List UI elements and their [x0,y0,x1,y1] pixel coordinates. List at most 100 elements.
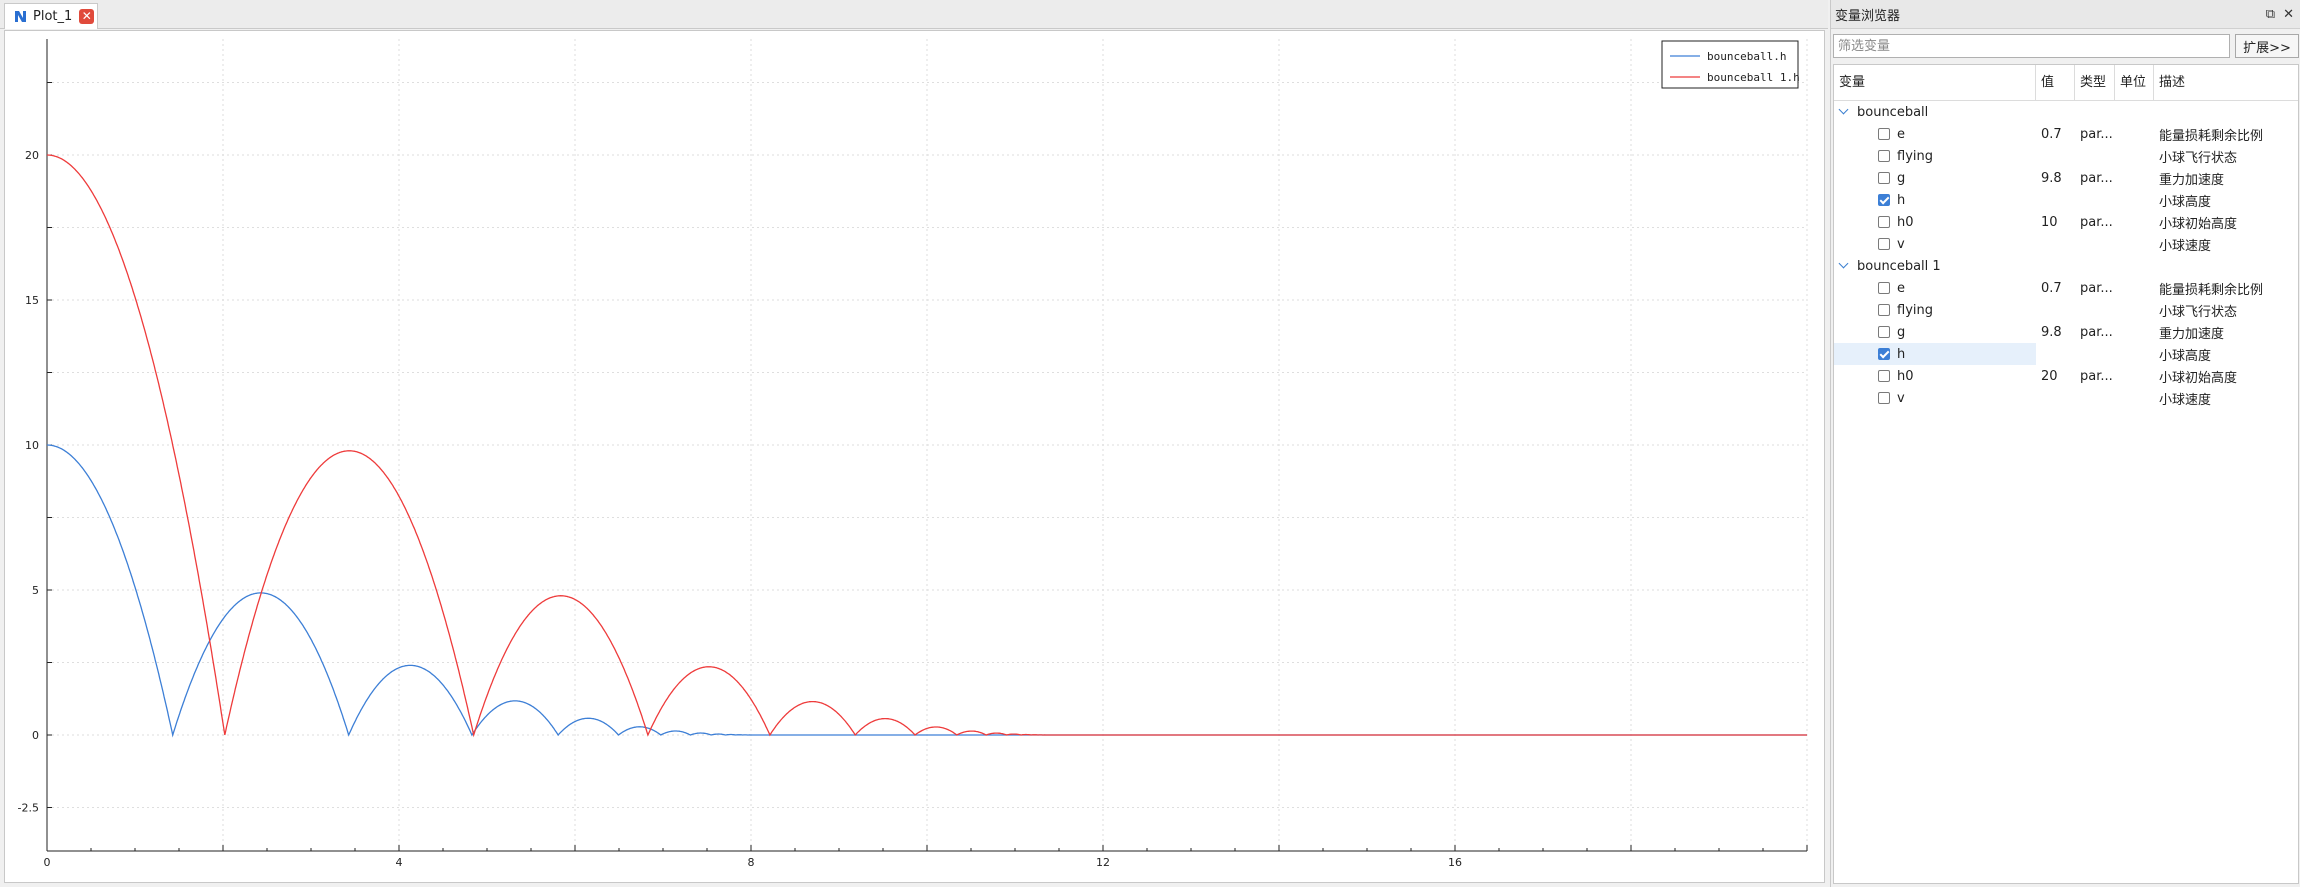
legend-label: bounceball 1.h [1707,71,1800,84]
chevron-down-icon[interactable] [1839,261,1849,271]
variable-browser-panel: 变量浏览器 ⧉ ✕ 扩展>> 变量 值 类型 单位 描述 bounceball … [1830,0,2300,887]
group-name: bounceball 1 [1857,258,1941,274]
tree-variable-row[interactable]: g 9.8 par... 重力加速度 [1834,321,2298,343]
tree-variable-row[interactable]: h 小球高度 [1834,189,2298,211]
tree-variable-row[interactable]: e 0.7 par... 能量损耗剩余比例 [1834,123,2298,145]
y-tick-label: 0 [32,729,39,742]
variable-description: 小球飞行状态 [2159,150,2238,166]
plot-window-icon [13,9,28,24]
y-tick-label: 5 [32,584,39,597]
variable-type: par... [2080,280,2113,296]
variable-value: 9.8 [2041,170,2062,186]
tree-variable-row[interactable]: v 小球速度 [1834,387,2298,409]
close-icon[interactable]: ✕ [2283,7,2294,22]
variable-checkbox[interactable] [1878,392,1890,404]
variable-name: h0 [1897,214,1914,230]
variable-description: 重力加速度 [2159,326,2225,342]
variable-checkbox[interactable] [1878,150,1890,162]
panel-title: 变量浏览器 [1835,8,1901,24]
panel-header: 变量浏览器 ⧉ ✕ [1831,0,2300,29]
variable-description: 小球初始高度 [2159,370,2238,386]
col-header-unit[interactable]: 单位 [2115,64,2154,101]
variable-checkbox[interactable] [1878,282,1890,294]
variable-name: h0 [1897,368,1914,384]
variable-name: g [1897,170,1906,186]
variable-description: 小球高度 [2159,194,2212,210]
y-tick-label: -2.5 [18,802,39,815]
filter-input[interactable] [1833,34,2230,58]
variable-name: flying [1897,148,1933,164]
line-chart[interactable]: 0 4 8 12 16 -2.5 0 5 10 15 20 bounceball.h bouncebal… [5,31,1826,884]
variable-description: 小球速度 [2159,392,2212,408]
tree-group-row[interactable]: bounceball 1 [1834,255,2298,277]
variable-name: e [1897,126,1905,142]
tree-variable-row[interactable]: g 9.8 par... 重力加速度 [1834,167,2298,189]
variable-checkbox[interactable] [1878,348,1890,360]
variable-name: v [1897,390,1905,406]
chevron-down-icon[interactable] [1839,107,1849,117]
variable-checkbox[interactable] [1878,194,1890,206]
variable-type: par... [2080,368,2113,384]
tree-variable-row[interactable]: h0 10 par... 小球初始高度 [1834,211,2298,233]
tree-variable-row[interactable]: h0 20 par... 小球初始高度 [1834,365,2298,387]
tab-bar: Plot_1 ✕ [0,0,1828,29]
tree-variable-row[interactable]: flying 小球飞行状态 [1834,299,2298,321]
variable-checkbox[interactable] [1878,326,1890,338]
variable-type: par... [2080,170,2113,186]
variable-name: e [1897,280,1905,296]
col-header-description[interactable]: 描述 [2154,65,2298,101]
col-header-variable[interactable]: 变量 [1834,64,2036,101]
variable-description: 能量损耗剩余比例 [2159,282,2264,298]
variable-tree[interactable]: 变量 值 类型 单位 描述 bounceball e 0.7 par... 能量… [1833,64,2299,884]
plot-area[interactable]: 0 4 8 12 16 -2.5 0 5 10 15 20 bounceball.h bouncebal… [4,30,1825,883]
variable-checkbox[interactable] [1878,370,1890,382]
variable-value: 0.7 [2041,126,2062,142]
tree-body: bounceball e 0.7 par... 能量损耗剩余比例 flying … [1834,101,2298,409]
x-tick-label: 4 [396,856,403,869]
variable-checkbox[interactable] [1878,238,1890,250]
y-tick-label: 15 [25,294,39,307]
tree-variable-row[interactable]: v 小球速度 [1834,233,2298,255]
group-name: bounceball [1857,104,1929,120]
variable-checkbox[interactable] [1878,128,1890,140]
x-tick-label: 12 [1096,856,1110,869]
x-tick-label: 8 [748,856,755,869]
variable-name: v [1897,236,1905,252]
x-tick-label: 0 [44,856,51,869]
y-tick-label: 20 [25,149,39,162]
variable-type: par... [2080,324,2113,340]
variable-value: 20 [2041,368,2058,384]
variable-type: par... [2080,214,2113,230]
variable-description: 能量损耗剩余比例 [2159,128,2264,144]
tab-plot[interactable]: Plot_1 ✕ [4,3,98,29]
tab-close-icon[interactable]: ✕ [79,9,95,24]
variable-name: g [1897,324,1906,340]
variable-description: 重力加速度 [2159,172,2225,188]
expand-button[interactable]: 扩展>> [2235,34,2299,58]
variable-value: 10 [2041,214,2058,230]
variable-description: 小球初始高度 [2159,216,2238,232]
variable-description: 小球飞行状态 [2159,304,2238,320]
col-header-type[interactable]: 类型 [2075,64,2115,101]
variable-checkbox[interactable] [1878,304,1890,316]
float-icon[interactable]: ⧉ [2266,7,2275,22]
tree-variable-row[interactable]: e 0.7 par... 能量损耗剩余比例 [1834,277,2298,299]
variable-name: h [1897,192,1906,208]
variable-type: par... [2080,126,2113,142]
filter-row: 扩展>> [1833,34,2299,58]
tree-header: 变量 值 类型 单位 描述 [1834,64,2298,101]
col-header-value[interactable]: 值 [2036,64,2075,101]
y-tick-label: 10 [25,439,39,452]
variable-name: h [1897,346,1906,362]
tab-title: Plot_1 [33,9,73,24]
tree-variable-row[interactable]: h 小球高度 [1834,343,2298,365]
variable-checkbox[interactable] [1878,216,1890,228]
variable-checkbox[interactable] [1878,172,1890,184]
variable-description: 小球高度 [2159,348,2212,364]
x-tick-label: 16 [1448,856,1462,869]
variable-name: flying [1897,302,1933,318]
legend-label: bounceball.h [1707,50,1786,63]
variable-description: 小球速度 [2159,238,2212,254]
tree-variable-row[interactable]: flying 小球飞行状态 [1834,145,2298,167]
tree-group-row[interactable]: bounceball [1834,101,2298,123]
